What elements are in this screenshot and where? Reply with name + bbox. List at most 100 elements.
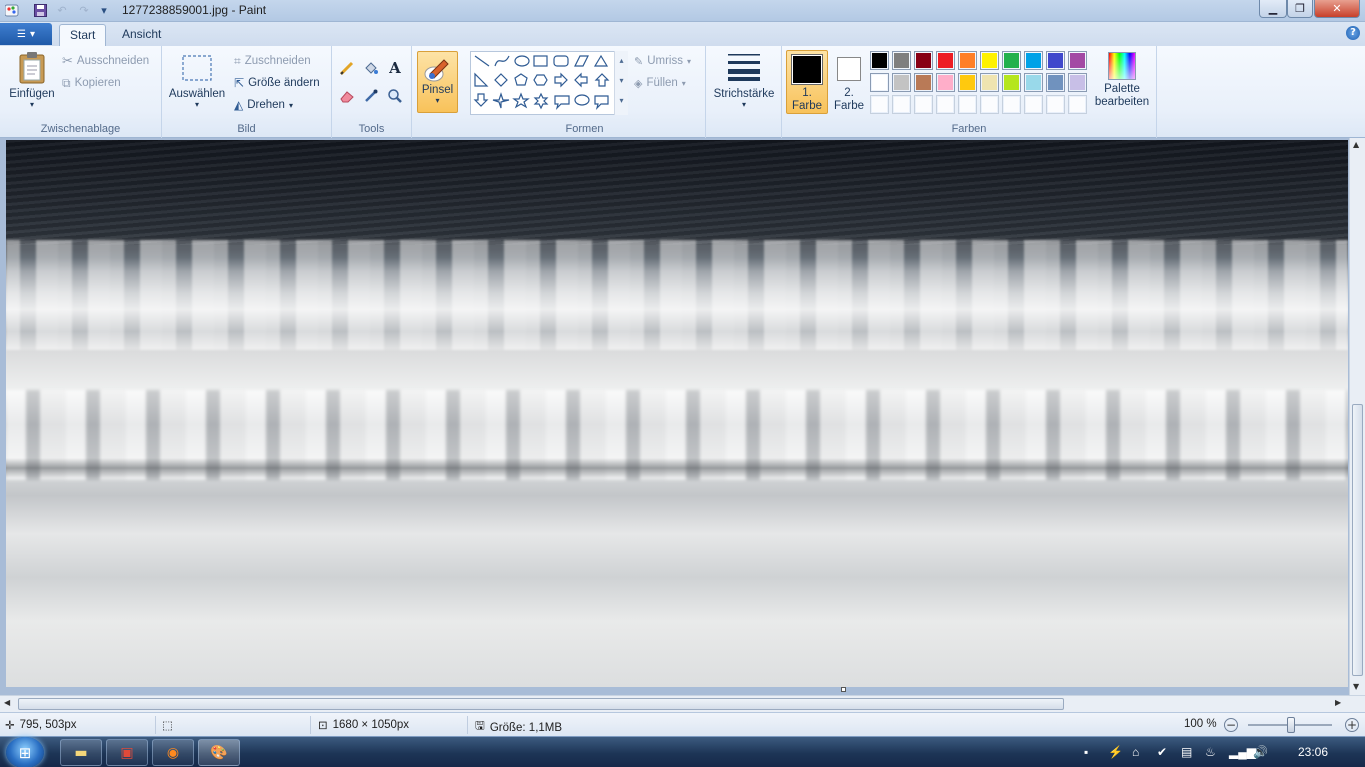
color-swatch[interactable]: [958, 73, 977, 92]
color-swatch[interactable]: [936, 51, 955, 70]
tab-start[interactable]: Start: [59, 24, 107, 46]
custom-color-slot[interactable]: [980, 95, 999, 114]
brush-icon: [424, 59, 449, 82]
quick-access-dropdown-icon[interactable]: ▾: [96, 3, 112, 18]
status-divider: [310, 716, 311, 734]
rotate-button[interactable]: ◭ Drehen ▾: [234, 95, 293, 115]
text-tool-icon[interactable]: A: [385, 58, 405, 78]
clock[interactable]: 23:06: [1298, 745, 1328, 759]
zoom-slider-thumb[interactable]: [1287, 717, 1295, 733]
chevron-down-icon: ▾: [29, 28, 35, 40]
color-swatch[interactable]: [1002, 73, 1021, 92]
chevron-down-icon: ▾: [681, 78, 686, 88]
custom-color-slot[interactable]: [892, 95, 911, 114]
color-swatch[interactable]: [980, 73, 999, 92]
color-swatch[interactable]: [1068, 51, 1087, 70]
magnifier-icon[interactable]: [385, 86, 405, 106]
color-swatch[interactable]: [914, 51, 933, 70]
eraser-icon[interactable]: [337, 86, 357, 106]
chevron-down-icon: ▾: [194, 100, 199, 109]
brush-button[interactable]: Pinsel ▾: [417, 51, 458, 113]
color-swatch[interactable]: [870, 51, 889, 70]
outline-button[interactable]: ✎ Umriss ▾: [634, 51, 691, 71]
color-swatch[interactable]: [1068, 73, 1087, 92]
paint-app-icon[interactable]: [4, 3, 20, 18]
custom-color-slot[interactable]: [936, 95, 955, 114]
custom-color-slot[interactable]: [1024, 95, 1043, 114]
start-button[interactable]: ⊞: [6, 737, 44, 767]
color-swatch[interactable]: [980, 51, 999, 70]
tray-device-icon[interactable]: ▤: [1181, 745, 1192, 759]
close-button[interactable]: ✕: [1314, 0, 1360, 18]
scroll-up-icon[interactable]: ▲: [1353, 140, 1359, 149]
color-swatch[interactable]: [892, 51, 911, 70]
taskbar-paint[interactable]: 🎨: [198, 739, 240, 766]
tray-steam-icon[interactable]: ▪: [1084, 745, 1088, 759]
tab-ansicht[interactable]: Ansicht: [112, 24, 171, 46]
scroll-left-icon[interactable]: ◀: [4, 698, 10, 707]
select-button[interactable]: Auswählen ▾: [166, 54, 228, 109]
horizontal-scroll-thumb[interactable]: [18, 698, 1064, 710]
custom-color-slot[interactable]: [870, 95, 889, 114]
paste-button[interactable]: Einfügen ▾: [6, 52, 58, 109]
save-icon[interactable]: [32, 3, 48, 18]
fill-button[interactable]: ◈ Füllen ▾: [634, 73, 686, 93]
zoom-in-button[interactable]: +: [1345, 718, 1359, 732]
color2-button[interactable]: 2. Farbe: [830, 50, 868, 114]
minimize-button[interactable]: ▁: [1259, 0, 1287, 18]
canvas-image[interactable]: [6, 140, 1348, 687]
tray-network-drive-icon[interactable]: ⌂: [1132, 745, 1139, 759]
custom-color-slot[interactable]: [958, 95, 977, 114]
taskbar-explorer[interactable]: ▬: [60, 739, 102, 766]
help-icon[interactable]: ?: [1346, 26, 1360, 40]
restore-icon: ❐: [1295, 2, 1305, 15]
color-swatch[interactable]: [958, 51, 977, 70]
volume-icon[interactable]: 🔊: [1253, 745, 1268, 759]
crop-button[interactable]: ⌗ Zuschneiden: [234, 51, 311, 71]
vertical-scrollbar[interactable]: ▲ ▼: [1349, 138, 1365, 695]
tray-sync-icon[interactable]: ⚡: [1108, 745, 1123, 759]
copy-button[interactable]: ⧉ Kopieren: [62, 73, 121, 93]
color-swatch[interactable]: [1024, 73, 1043, 92]
color-swatch[interactable]: [1046, 51, 1065, 70]
maximize-button[interactable]: ❐: [1287, 0, 1313, 18]
pencil-icon[interactable]: [337, 58, 357, 78]
custom-color-slot[interactable]: [914, 95, 933, 114]
cut-button[interactable]: ✂ Ausschneiden: [62, 51, 149, 71]
edit-palette-button[interactable]: Palette bearbeiten: [1090, 52, 1154, 109]
taskbar-firefox[interactable]: ◉: [152, 739, 194, 766]
color1-button[interactable]: 1. Farbe: [786, 50, 828, 114]
undo-icon[interactable]: ↶: [54, 3, 70, 18]
scroll-right-icon[interactable]: ▶: [1335, 698, 1341, 707]
color-swatch[interactable]: [1002, 51, 1021, 70]
color-swatch[interactable]: [1024, 51, 1043, 70]
group-clipboard: Einfügen ▾ ✂ Ausschneiden ⧉ Kopieren Zwi…: [0, 46, 162, 138]
taskbar-app-red[interactable]: ▣: [106, 739, 148, 766]
color-swatch[interactable]: [914, 73, 933, 92]
horizontal-scrollbar[interactable]: ◀ ▶: [0, 695, 1365, 712]
custom-color-slot[interactable]: [1068, 95, 1087, 114]
scroll-down-icon[interactable]: ▼: [1353, 682, 1359, 691]
paint-menu-button[interactable]: ☰ ▾: [0, 23, 52, 45]
canvas-resize-handle[interactable]: [841, 687, 846, 692]
vertical-scroll-thumb[interactable]: [1352, 404, 1363, 676]
color-swatch[interactable]: [936, 73, 955, 92]
stroke-width-button[interactable]: Strichstärke ▾: [710, 52, 778, 109]
color-swatch[interactable]: [892, 73, 911, 92]
color-picker-icon[interactable]: [361, 86, 381, 106]
custom-color-slot[interactable]: [1002, 95, 1021, 114]
resize-button[interactable]: ⇱ Größe ändern: [234, 73, 320, 93]
image-dimensions: 1680 × 1050px: [332, 719, 410, 731]
status-zoom: 100 %: [1184, 718, 1217, 730]
custom-color-slot[interactable]: [1046, 95, 1065, 114]
zoom-out-button[interactable]: −: [1224, 718, 1238, 732]
redo-icon[interactable]: ↷: [76, 3, 92, 18]
color-swatch[interactable]: [1046, 73, 1065, 92]
shapes-gallery-scroll[interactable]: ▴ ▾ ▾: [614, 51, 628, 115]
network-signal-icon[interactable]: ▂▄▆: [1229, 745, 1256, 759]
fill-bucket-icon[interactable]: [361, 58, 381, 78]
tray-shield-icon[interactable]: ✔: [1157, 745, 1167, 759]
color-swatch[interactable]: [870, 73, 889, 92]
tray-steam-logo-icon[interactable]: ♨: [1205, 745, 1216, 759]
disk-icon: 🖫: [475, 720, 485, 732]
